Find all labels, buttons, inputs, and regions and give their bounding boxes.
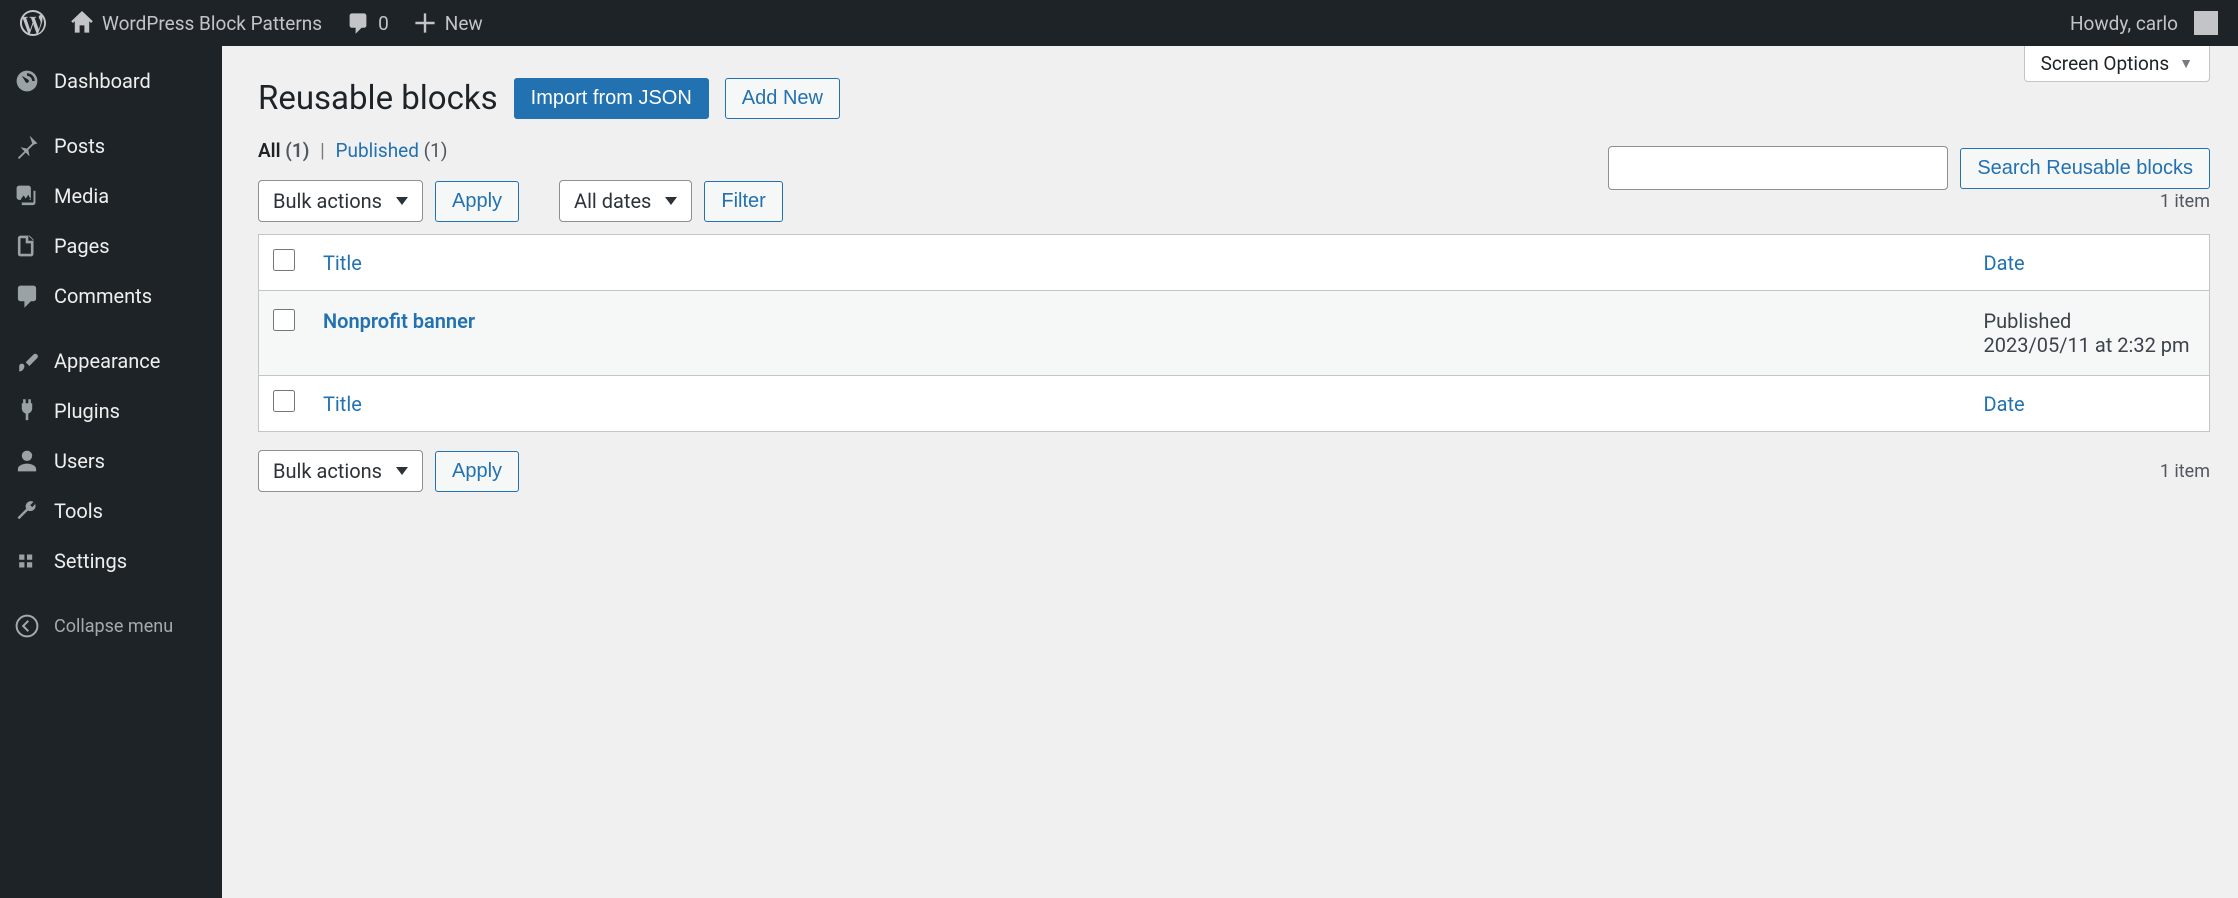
menu-label: Dashboard — [54, 69, 151, 93]
add-new-button[interactable]: Add New — [725, 78, 840, 119]
import-json-button[interactable]: Import from JSON — [514, 78, 709, 119]
apply-button-top[interactable]: Apply — [435, 181, 519, 222]
row-checkbox[interactable] — [273, 309, 295, 331]
menu-label: Pages — [54, 234, 110, 258]
admin-bar-left: WordPress Block Patterns 0 New — [8, 0, 495, 46]
tablenav-bottom: Bulk actions Apply 1 item — [258, 450, 2210, 492]
wp-logo[interactable] — [8, 0, 58, 46]
howdy-text: Howdy, carlo — [2070, 12, 2178, 35]
page-title: Reusable blocks — [258, 79, 498, 118]
menu-label: Appearance — [54, 349, 160, 373]
comment-icon — [346, 11, 370, 35]
new-content-link[interactable]: New — [401, 0, 495, 46]
item-count-bottom: 1 item — [2160, 461, 2210, 482]
select-all-top[interactable] — [273, 249, 295, 271]
site-name: WordPress Block Patterns — [102, 12, 322, 35]
admin-sidebar: Dashboard Posts Media Pages Comments App… — [0, 46, 222, 898]
col-title-footer[interactable]: Title — [323, 392, 362, 416]
page-header: Reusable blocks Import from JSON Add New — [258, 46, 2210, 119]
comments-count: 0 — [378, 12, 389, 35]
search-button[interactable]: Search Reusable blocks — [1960, 148, 2210, 189]
settings-icon — [14, 548, 40, 574]
comment-icon — [14, 283, 40, 309]
site-name-link[interactable]: WordPress Block Patterns — [58, 0, 334, 46]
menu-label: Plugins — [54, 399, 120, 423]
menu-label: Comments — [54, 284, 152, 308]
menu-plugins[interactable]: Plugins — [0, 386, 222, 436]
item-count-top: 1 item — [2160, 191, 2210, 212]
collapse-label: Collapse menu — [54, 616, 173, 637]
menu-media[interactable]: Media — [0, 171, 222, 221]
collapse-icon — [14, 613, 40, 639]
dashboard-icon — [14, 68, 40, 94]
menu-tools[interactable]: Tools — [0, 486, 222, 536]
screen-options-toggle[interactable]: Screen Options — [2024, 46, 2210, 82]
menu-appearance[interactable]: Appearance — [0, 336, 222, 386]
row-title-link[interactable]: Nonprofit banner — [323, 309, 475, 333]
menu-label: Media — [54, 184, 109, 208]
collapse-menu[interactable]: Collapse menu — [0, 601, 222, 651]
wordpress-icon — [20, 10, 46, 36]
table-row: Nonprofit banner Published 2023/05/11 at… — [259, 291, 2210, 376]
menu-pages[interactable]: Pages — [0, 221, 222, 271]
apply-button-bottom[interactable]: Apply — [435, 451, 519, 492]
date-filter-select[interactable]: All dates — [559, 180, 692, 222]
main-content: Screen Options Reusable blocks Import fr… — [222, 46, 2238, 898]
menu-settings[interactable]: Settings — [0, 536, 222, 586]
menu-label: Users — [54, 449, 105, 473]
row-date: Published 2023/05/11 at 2:32 pm — [1970, 291, 2210, 376]
col-date-header[interactable]: Date — [1984, 251, 2025, 275]
blocks-table: Title Date Nonprofit banner Published 20… — [258, 234, 2210, 432]
user-icon — [14, 448, 40, 474]
home-icon — [70, 11, 94, 35]
menu-label: Settings — [54, 549, 127, 573]
col-date-footer[interactable]: Date — [1984, 392, 2025, 416]
filter-all[interactable]: All (1) — [258, 139, 314, 162]
new-label: New — [445, 12, 483, 35]
admin-bar-right: Howdy, carlo — [2058, 0, 2230, 46]
menu-posts[interactable]: Posts — [0, 121, 222, 171]
plus-icon — [413, 11, 437, 35]
avatar-icon — [2194, 11, 2218, 35]
screen-options-label: Screen Options — [2041, 52, 2170, 75]
menu-label: Posts — [54, 134, 105, 158]
menu-dashboard[interactable]: Dashboard — [0, 56, 222, 106]
menu-comments[interactable]: Comments — [0, 271, 222, 321]
search-input[interactable] — [1608, 146, 1948, 190]
brush-icon — [14, 348, 40, 374]
menu-users[interactable]: Users — [0, 436, 222, 486]
filter-published[interactable]: Published (1) — [336, 139, 448, 162]
search-bar: Search Reusable blocks — [1608, 146, 2210, 190]
col-title-header[interactable]: Title — [323, 251, 362, 275]
wrench-icon — [14, 498, 40, 524]
filter-button[interactable]: Filter — [704, 181, 782, 222]
comments-link[interactable]: 0 — [334, 0, 401, 46]
media-icon — [14, 183, 40, 209]
select-all-bottom[interactable] — [273, 390, 295, 412]
menu-label: Tools — [54, 499, 103, 523]
pin-icon — [14, 133, 40, 159]
bulk-actions-select[interactable]: Bulk actions — [258, 180, 423, 222]
account-link[interactable]: Howdy, carlo — [2058, 0, 2230, 46]
plug-icon — [14, 398, 40, 424]
pages-icon — [14, 233, 40, 259]
admin-bar: WordPress Block Patterns 0 New Howdy, ca… — [0, 0, 2238, 46]
bulk-actions-select-bottom[interactable]: Bulk actions — [258, 450, 423, 492]
